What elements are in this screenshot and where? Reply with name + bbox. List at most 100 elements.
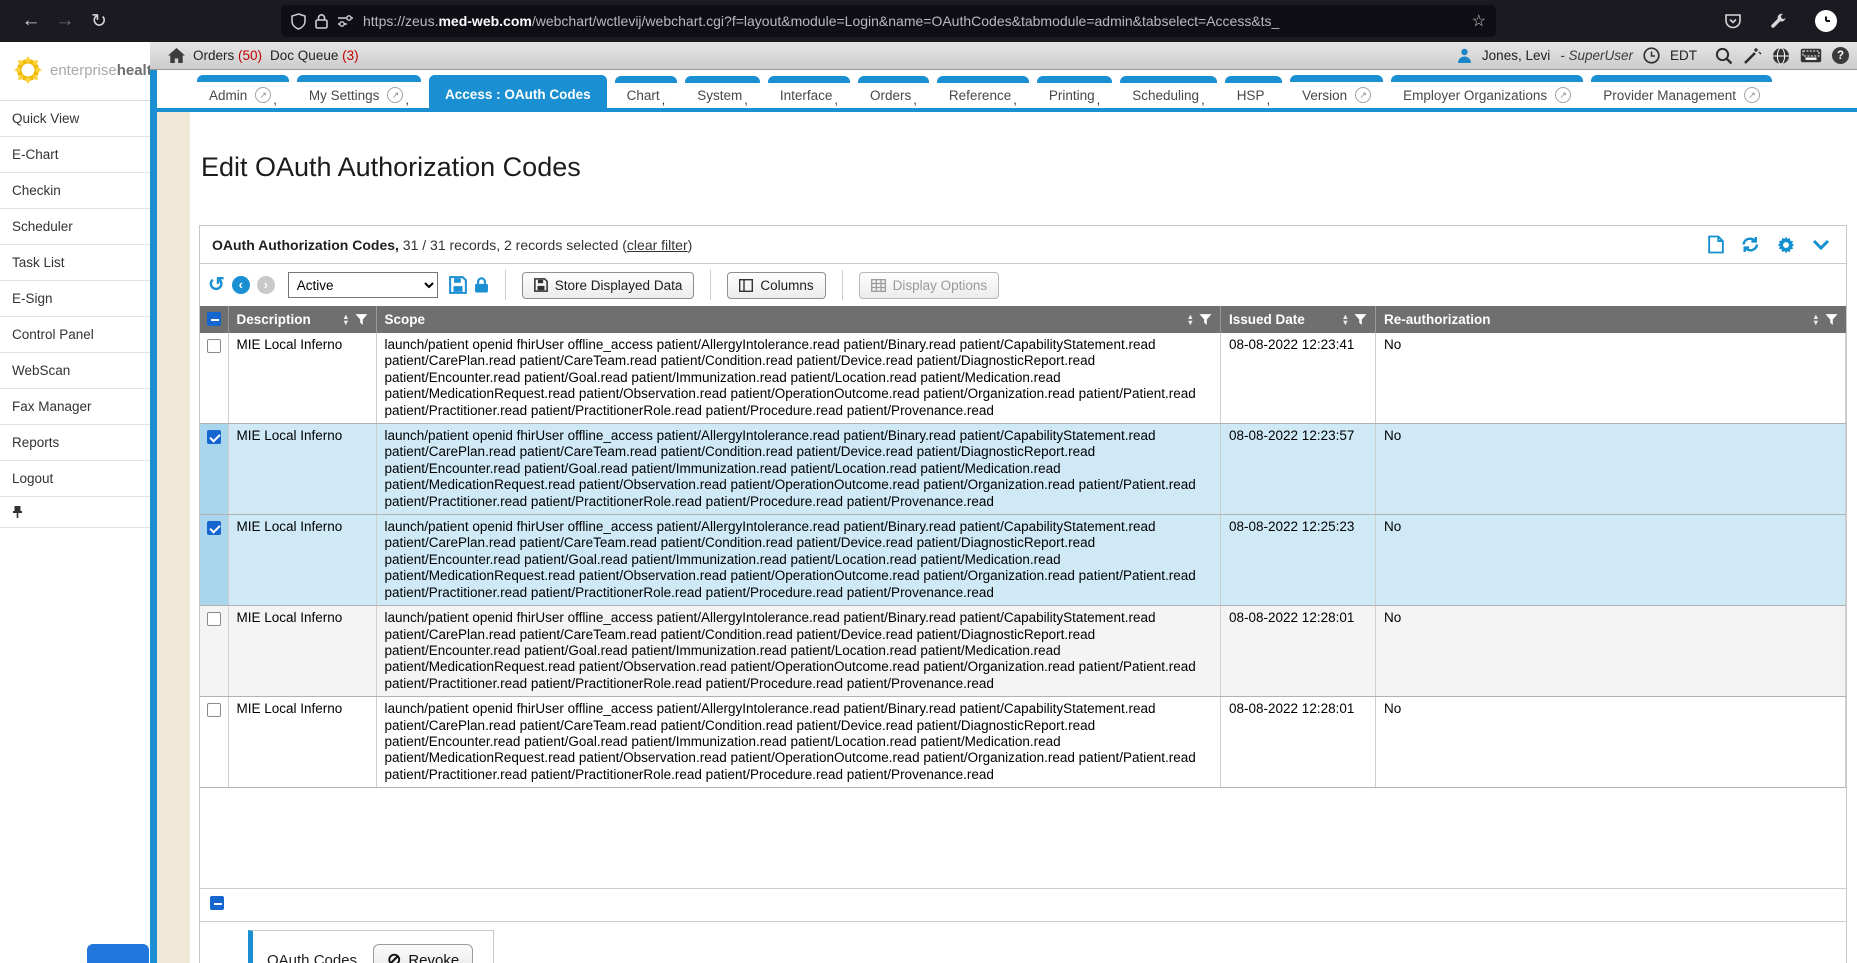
tab-scheduling[interactable]: Scheduling,	[1120, 76, 1216, 108]
gear-icon[interactable]	[1777, 236, 1795, 254]
toolbar-divider	[710, 270, 711, 300]
issued-date-cell: 08-08-2022 12:28:01	[1221, 697, 1376, 788]
clear-filter-link[interactable]: clear filter	[627, 237, 688, 253]
tab-interface[interactable]: Interface,	[768, 76, 850, 108]
sidebar-item-control-panel[interactable]: Control Panel	[0, 317, 150, 353]
column-header-reauthorization[interactable]: Re-authorization	[1384, 312, 1491, 327]
sidebar-item-scheduler[interactable]: Scheduler	[0, 209, 150, 245]
sidebar-item-fax-manager[interactable]: Fax Manager	[0, 389, 150, 425]
columns-button[interactable]: Columns	[727, 272, 825, 299]
row-checkbox[interactable]	[207, 703, 221, 717]
display-options-button[interactable]: Display Options	[859, 272, 1000, 299]
sort-icon[interactable]: ▲▼	[1342, 314, 1349, 326]
filter-funnel-icon[interactable]	[355, 313, 368, 326]
brand-logo[interactable]: enterprisehealth	[0, 42, 150, 101]
tab-provider-management[interactable]: Provider Management↗	[1591, 75, 1772, 108]
reauthorization-cell: No	[1376, 697, 1846, 788]
sort-icon[interactable]: ▲▼	[1812, 314, 1819, 326]
filter-funnel-icon[interactable]	[1825, 313, 1838, 326]
sidebar-item-task-list[interactable]: Task List	[0, 245, 150, 281]
row-checkbox[interactable]	[207, 521, 221, 535]
permissions-icon[interactable]	[337, 14, 354, 28]
tab-hsp[interactable]: HSP,	[1225, 76, 1282, 108]
home-icon[interactable]	[168, 48, 185, 63]
column-header-scope[interactable]: Scope	[385, 312, 426, 327]
orders-link[interactable]: Orders (50)	[193, 48, 262, 63]
undo-icon[interactable]: ↺	[208, 275, 225, 295]
tab-version[interactable]: Version↗	[1290, 75, 1383, 108]
user-name[interactable]: Jones, Levi	[1482, 48, 1550, 63]
pocket-icon[interactable]	[1724, 13, 1742, 30]
search-icon[interactable]	[1715, 47, 1733, 65]
store-displayed-data-button[interactable]: Store Displayed Data	[522, 272, 695, 299]
browser-forward-button[interactable]: →	[48, 10, 82, 32]
sidebar-item-logout[interactable]: Logout	[0, 461, 150, 497]
url-bar[interactable]: https://zeus.med-web.com/webchart/wctlev…	[281, 5, 1496, 37]
external-link-icon: ↗	[255, 87, 271, 103]
sunflower-logo-icon	[12, 54, 44, 86]
table-row: MIE Local Inferno launch/patient openid …	[200, 606, 1846, 697]
issued-date-cell: 08-08-2022 12:28:01	[1221, 606, 1376, 697]
sort-icon[interactable]: ▲▼	[1187, 314, 1194, 326]
toolbar-divider	[842, 270, 843, 300]
app-header: Orders (50) Doc Queue (3) Jones, Levi - …	[150, 42, 1857, 70]
oauth-codes-table: Description ▲▼ Scope ▲▼ Issued Date ▲▼	[200, 306, 1846, 788]
toolbar-divider	[505, 270, 506, 300]
tab-handle-icon: ,	[1266, 92, 1270, 107]
tab-handle-icon: ,	[744, 92, 748, 107]
reauthorization-cell: No	[1376, 333, 1846, 424]
row-checkbox[interactable]	[207, 339, 221, 353]
sidebar-item-webscan[interactable]: WebScan	[0, 353, 150, 389]
filter-funnel-icon[interactable]	[1199, 313, 1212, 326]
wand-icon[interactable]	[1743, 47, 1762, 65]
lock-filter-icon[interactable]	[474, 276, 489, 294]
tab-system[interactable]: System,	[685, 76, 760, 108]
description-cell: MIE Local Inferno	[228, 424, 376, 515]
save-filter-icon[interactable]	[449, 276, 467, 294]
bookmark-star-icon[interactable]: ☆	[1472, 11, 1486, 31]
wrench-icon[interactable]	[1770, 13, 1787, 30]
collapse-chevron-icon[interactable]	[1812, 239, 1830, 250]
next-page-button[interactable]: ›	[257, 276, 275, 294]
filter-funnel-icon[interactable]	[1354, 313, 1367, 326]
tab-orders[interactable]: Orders,	[858, 76, 929, 108]
new-record-icon[interactable]	[1708, 235, 1724, 254]
sidebar: enterprisehealth Quick View E-Chart Chec…	[0, 42, 150, 963]
doc-queue-link[interactable]: Doc Queue (3)	[270, 48, 359, 63]
tab-my-settings[interactable]: My Settings↗,	[297, 75, 421, 108]
tab-chart[interactable]: Chart,	[615, 76, 678, 108]
sidebar-item-reports[interactable]: Reports	[0, 425, 150, 461]
tab-reference[interactable]: Reference,	[937, 76, 1029, 108]
select-all-checkbox[interactable]	[207, 312, 221, 326]
status-filter-select[interactable]: Active	[288, 272, 438, 298]
column-header-issued-date[interactable]: Issued Date	[1229, 312, 1305, 327]
sidebar-item-e-sign[interactable]: E-Sign	[0, 281, 150, 317]
sidebar-pin-button[interactable]	[0, 497, 150, 528]
browser-reload-button[interactable]: ↻	[82, 10, 116, 33]
row-checkbox[interactable]	[207, 612, 221, 626]
tab-handle-icon: ,	[834, 92, 838, 107]
sidebar-item-quick-view[interactable]: Quick View	[0, 101, 150, 137]
select-all-checkbox[interactable]	[210, 896, 224, 910]
refresh-icon[interactable]	[1741, 236, 1760, 253]
globe-icon[interactable]	[1772, 47, 1790, 65]
tab-admin[interactable]: Admin↗,	[197, 75, 289, 108]
sidebar-item-e-chart[interactable]: E-Chart	[0, 137, 150, 173]
column-header-description[interactable]: Description	[237, 312, 311, 327]
revoke-button[interactable]: ⊘ Revoke	[373, 944, 473, 963]
help-icon[interactable]: ?	[1832, 47, 1849, 64]
sort-icon[interactable]: ▲▼	[342, 314, 349, 326]
oauth-codes-subtab[interactable]: OAuth Codes ⊘ Revoke	[248, 930, 494, 963]
table-row: MIE Local Inferno launch/patient openid …	[200, 333, 1846, 424]
profile-clock-icon[interactable]	[1815, 10, 1837, 32]
tab-printing[interactable]: Printing,	[1037, 76, 1112, 108]
browser-back-button[interactable]: ←	[14, 10, 48, 32]
keyboard-icon[interactable]	[1800, 48, 1822, 63]
scope-cell: launch/patient openid fhirUser offline_a…	[376, 515, 1221, 606]
row-checkbox[interactable]	[207, 430, 221, 444]
prev-page-button[interactable]: ‹	[232, 276, 250, 294]
tab-access-oauth-codes[interactable]: Access : OAuth Codes	[429, 75, 607, 108]
sidebar-item-checkin[interactable]: Checkin	[0, 173, 150, 209]
tab-employer-organizations[interactable]: Employer Organizations↗	[1391, 75, 1583, 108]
browser-chrome: ← → ↻ https://zeus.med-web.com/webchart/…	[0, 0, 1857, 42]
